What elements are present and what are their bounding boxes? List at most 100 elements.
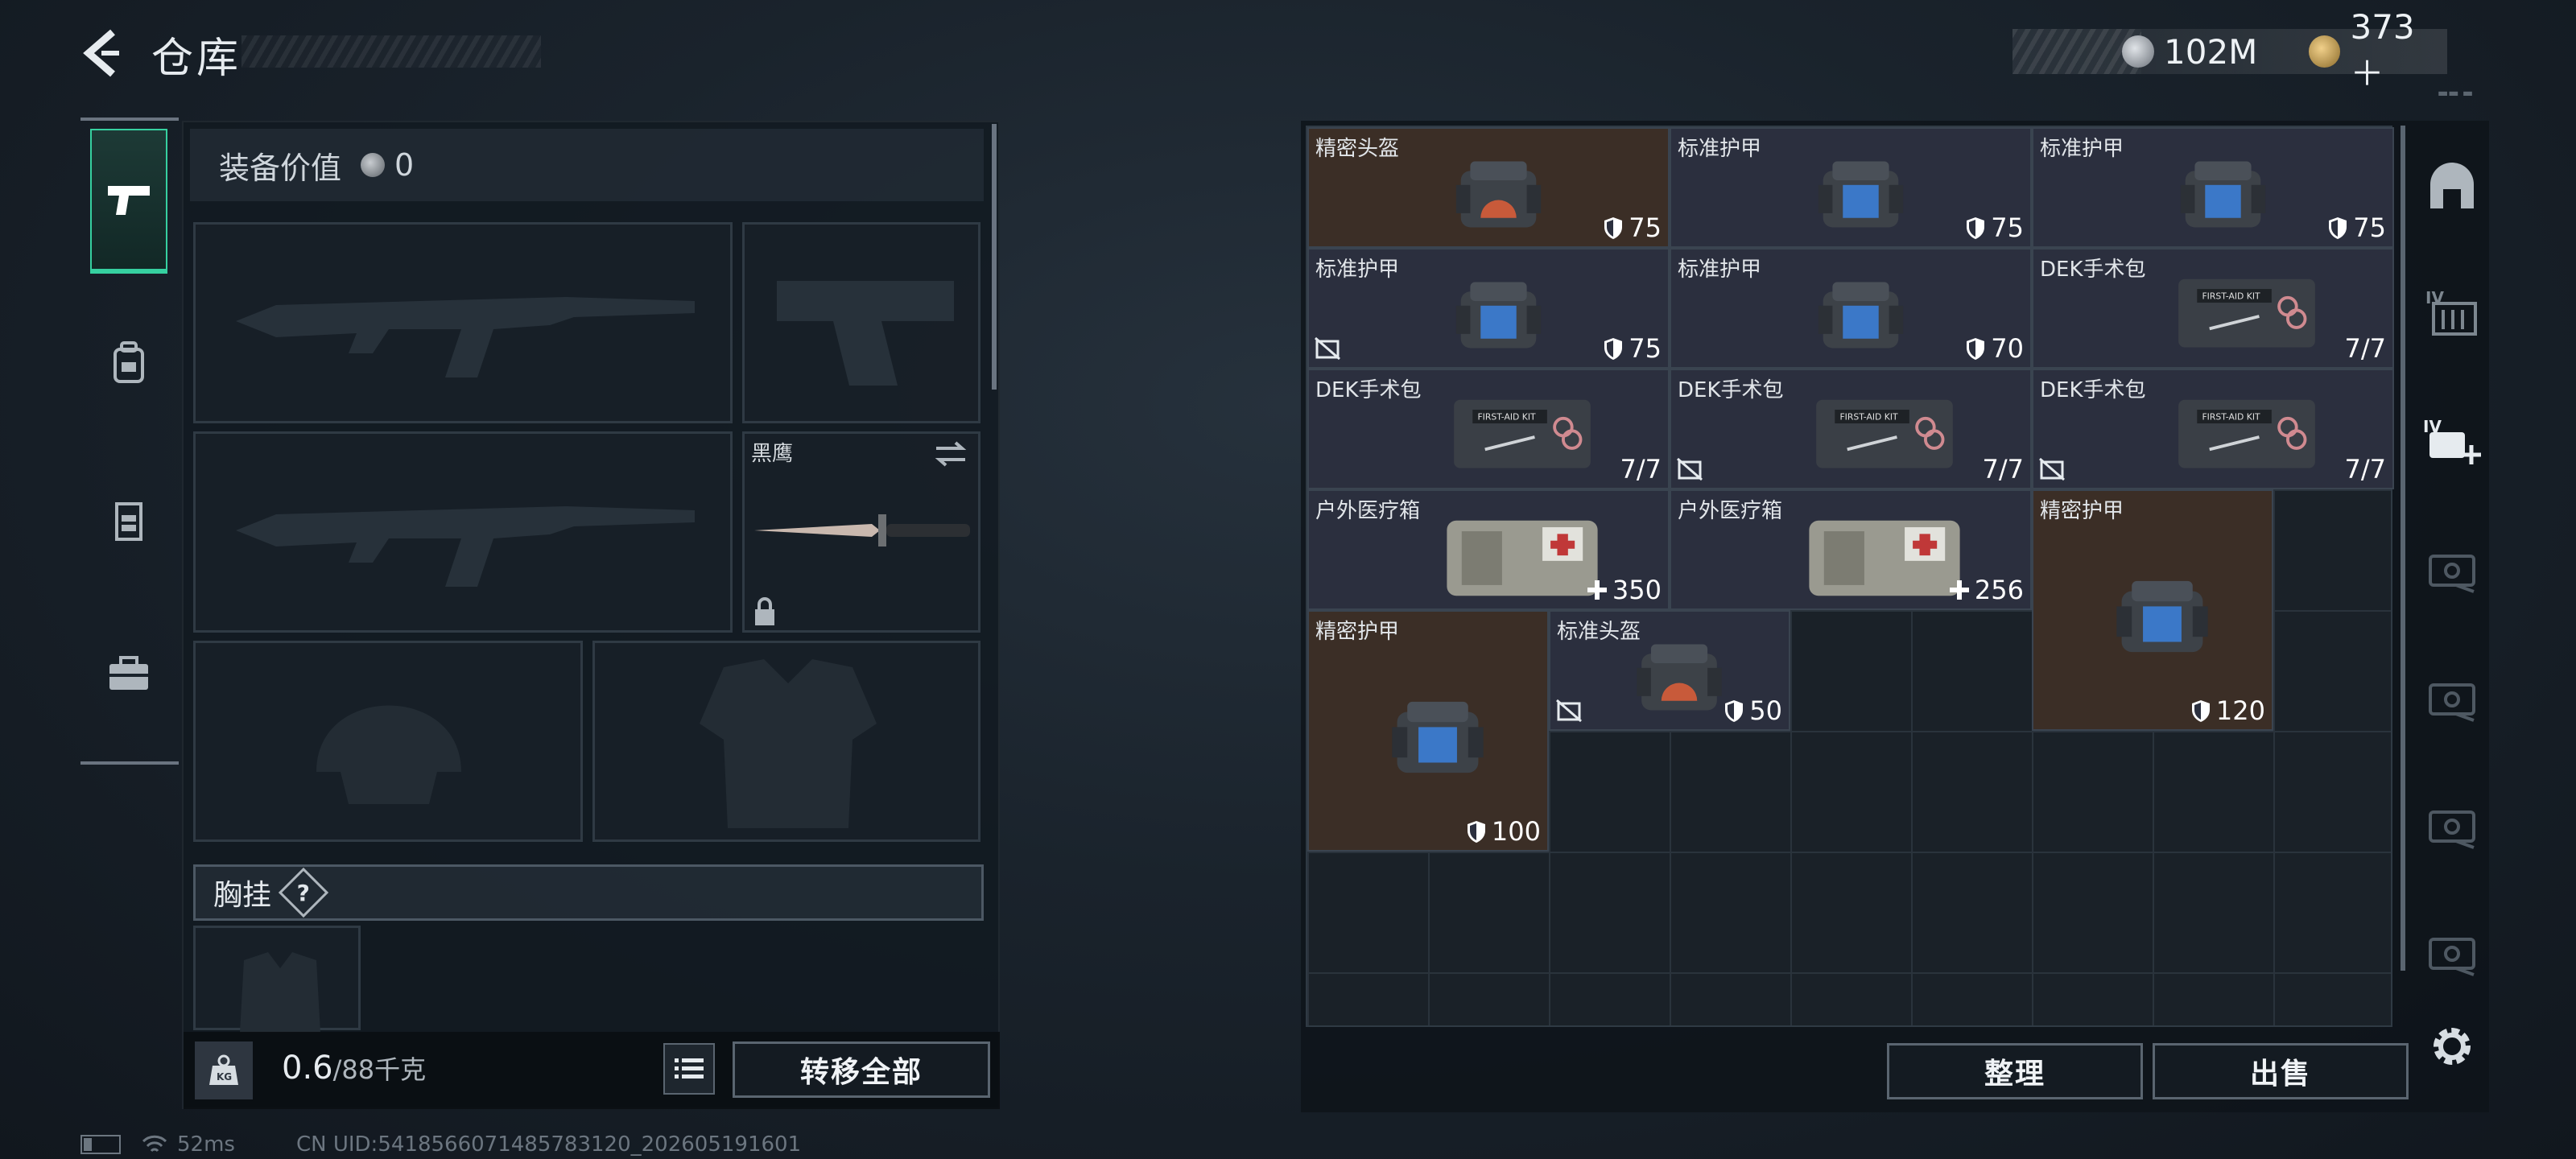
chest-rig-label: 胸挂 bbox=[213, 879, 272, 912]
inventory-item[interactable]: 户外医疗箱 350 bbox=[1307, 489, 1670, 610]
list-view-button[interactable] bbox=[663, 1043, 715, 1095]
item-value-text: 7/7 bbox=[2344, 454, 2387, 485]
svg-text:FIRST-AID KIT: FIRST-AID KIT bbox=[2202, 291, 2260, 301]
lock-icon bbox=[755, 597, 774, 625]
inventory-item[interactable]: 标准护甲 70 bbox=[1670, 248, 2032, 369]
tab-case[interactable] bbox=[90, 600, 167, 745]
inventory-item[interactable]: 标准护甲 75 bbox=[2032, 127, 2394, 248]
svg-text:FIRST-AID KIT: FIRST-AID KIT bbox=[1839, 411, 1898, 422]
sell-button[interactable]: 出售 bbox=[2153, 1043, 2409, 1099]
silver-coin-icon bbox=[2122, 35, 2154, 68]
gold-currency[interactable]: 373＋ bbox=[2309, 7, 2447, 93]
inventory-item[interactable]: 精密护甲 120 bbox=[2032, 489, 2273, 731]
inventory-item[interactable]: FIRST-AID KIT DEK手术包 7/7 bbox=[2032, 369, 2394, 489]
equipment-value-header: 装备价值 0 bbox=[190, 129, 984, 201]
equipment-scrollbar[interactable] bbox=[992, 124, 997, 390]
surgical-kit-icon: FIRST-AID KIT bbox=[1816, 399, 1953, 468]
knife-icon bbox=[754, 514, 970, 547]
title-decoration bbox=[242, 35, 541, 68]
tab-case-locked-4[interactable] bbox=[2421, 922, 2483, 984]
tab-case-locked-1[interactable] bbox=[2421, 539, 2483, 600]
item-name: 户外医疗箱 bbox=[1315, 499, 1421, 523]
inventory-item[interactable]: 标准护甲 75 bbox=[1307, 248, 1670, 369]
settings-gear-icon[interactable] bbox=[2426, 1021, 2478, 1072]
warehouse-scrollbar[interactable] bbox=[2401, 126, 2405, 971]
item-value-text: 256 bbox=[1974, 575, 2024, 605]
equipment-value: 0 bbox=[394, 147, 415, 183]
helmet-silhouette-icon bbox=[316, 705, 461, 804]
watermark: ▬▬ ▬ bbox=[2438, 87, 2474, 100]
pistol-slot[interactable] bbox=[742, 222, 980, 423]
pistol-icon bbox=[108, 186, 150, 215]
primary-weapon-slot-2[interactable] bbox=[193, 431, 733, 633]
armor-icon bbox=[1818, 161, 1903, 227]
transfer-all-button[interactable]: 转移全部 bbox=[733, 1041, 990, 1098]
item-name: 标准头盔 bbox=[1557, 620, 1641, 644]
container-tabs: IV IV bbox=[2413, 121, 2491, 1006]
item-name: 标准护甲 bbox=[1678, 258, 1762, 282]
no-repair-icon bbox=[1556, 699, 1582, 723]
tab-weapons[interactable] bbox=[90, 129, 167, 274]
primary-weapon-slot-1[interactable] bbox=[193, 222, 733, 423]
inventory-item[interactable]: FIRST-AID KIT DEK手术包 7/7 bbox=[1670, 369, 2032, 489]
uid-readout: CN UID:5418566071485783120_202605191601 bbox=[295, 1132, 802, 1157]
helmet-icon bbox=[1637, 644, 1722, 710]
tab-vest[interactable] bbox=[90, 449, 167, 594]
inventory-item[interactable]: 标准护甲 75 bbox=[1670, 127, 2032, 248]
swap-icon[interactable] bbox=[933, 440, 968, 468]
melee-slot[interactable]: 黑鹰 bbox=[742, 431, 980, 633]
svg-text:FIRST-AID KIT: FIRST-AID KIT bbox=[1477, 411, 1536, 422]
inventory-item[interactable]: FIRST-AID KIT DEK手术包 7/7 bbox=[2032, 248, 2394, 369]
help-icon[interactable]: ? bbox=[278, 867, 329, 918]
tab-case-iv-add[interactable]: IV bbox=[2421, 410, 2483, 472]
knife-name: 黑鹰 bbox=[751, 442, 794, 466]
item-value: 7/7 bbox=[2345, 333, 2387, 364]
item-value: 70 bbox=[1965, 333, 2024, 364]
tab-case-locked-3[interactable] bbox=[2421, 795, 2483, 856]
chest-rig-header: 胸挂 ? bbox=[193, 864, 984, 921]
helmet-slot[interactable] bbox=[193, 641, 583, 842]
shield-icon bbox=[1604, 217, 1623, 239]
equipment-category-tabs bbox=[80, 118, 179, 765]
shield-icon bbox=[1967, 338, 1985, 360]
helmet-icon bbox=[1455, 161, 1541, 227]
safe-icon bbox=[2430, 163, 2474, 208]
inventory-item[interactable]: 精密护甲 100 bbox=[1307, 610, 1549, 852]
back-arrow-icon[interactable] bbox=[77, 27, 129, 79]
silver-currency[interactable]: 102M bbox=[2122, 29, 2257, 74]
item-value: 256 bbox=[1949, 575, 2024, 605]
inventory-item[interactable]: 精密头盔 75 bbox=[1307, 127, 1670, 248]
wifi-icon bbox=[142, 1135, 167, 1153]
armor-silhouette-icon bbox=[700, 659, 877, 828]
tab-safe[interactable] bbox=[2421, 156, 2483, 217]
weight-readout: 0.6/88千克 bbox=[282, 1050, 426, 1087]
armor-icon bbox=[2116, 580, 2208, 653]
inventory-item[interactable]: FIRST-AID KIT DEK手术包 7/7 bbox=[1307, 369, 1670, 489]
tab-case-locked-2[interactable] bbox=[2421, 668, 2483, 729]
gold-coin-icon bbox=[2309, 35, 2341, 68]
item-value: 75 bbox=[1603, 212, 1662, 243]
item-value-text: 350 bbox=[1612, 575, 1662, 605]
plus-icon bbox=[1949, 580, 1969, 600]
tab-backpack[interactable] bbox=[90, 290, 167, 435]
armor-slot[interactable] bbox=[592, 641, 980, 842]
item-value-text: 50 bbox=[1749, 695, 1782, 726]
silver-coin-icon bbox=[361, 153, 386, 177]
chest-rig-slot[interactable] bbox=[193, 926, 361, 1033]
case-locked-icon bbox=[2429, 555, 2475, 593]
inventory-item[interactable]: 户外医疗箱 256 bbox=[1670, 489, 2032, 610]
item-name: DEK手术包 bbox=[2040, 258, 2146, 282]
weight-current: 0.6 bbox=[282, 1050, 333, 1087]
no-repair-icon bbox=[1677, 457, 1703, 481]
armor-icon bbox=[1455, 282, 1541, 348]
rifle-silhouette-icon bbox=[236, 506, 695, 587]
item-value-text: 7/7 bbox=[1620, 454, 1662, 485]
item-value: 100 bbox=[1466, 816, 1541, 847]
inventory-item[interactable]: 标准头盔 50 bbox=[1549, 610, 1790, 731]
case-locked-icon bbox=[2429, 938, 2475, 976]
weight-max: /88千克 bbox=[332, 1054, 427, 1085]
item-name: DEK手术包 bbox=[1678, 378, 1784, 402]
tab-case-iv[interactable]: IV bbox=[2421, 282, 2483, 343]
case-locked-icon bbox=[2429, 810, 2475, 849]
sort-button[interactable]: 整理 bbox=[1887, 1043, 2143, 1099]
